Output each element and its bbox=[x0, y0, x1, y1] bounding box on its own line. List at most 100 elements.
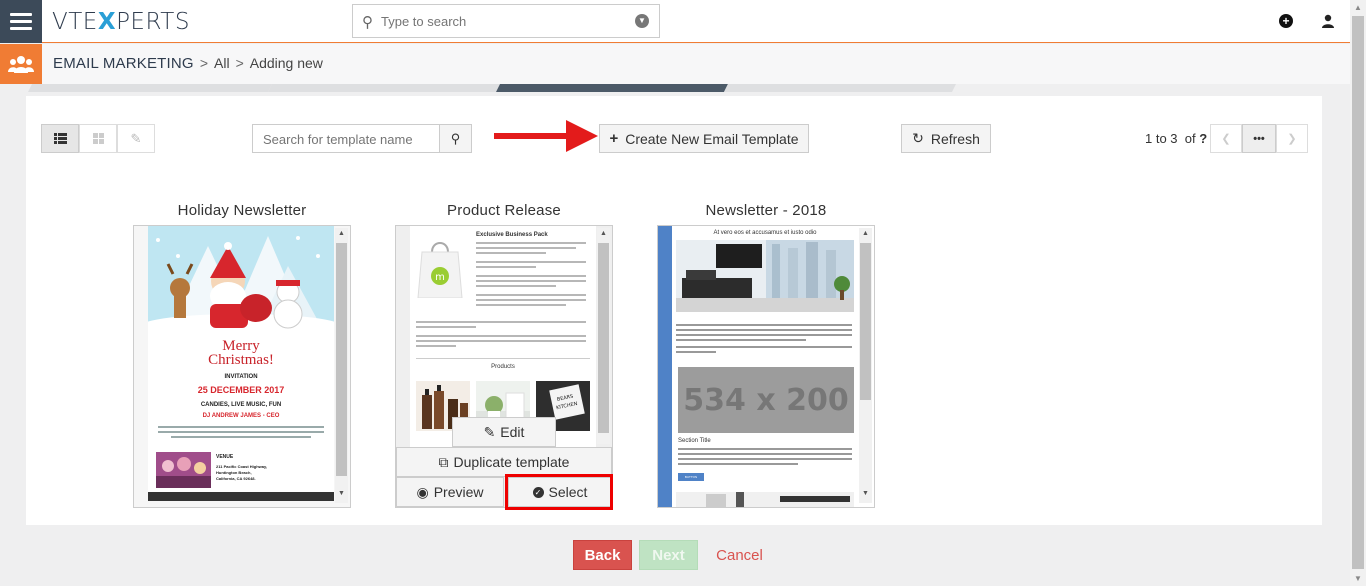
top-bar: VTEXPERTS ⚲ ▼ + bbox=[0, 0, 1350, 43]
prev-page-icon[interactable]: ❮ bbox=[1210, 124, 1242, 153]
breadcrumb-all[interactable]: All bbox=[214, 55, 230, 71]
pencil-icon[interactable]: ✎ bbox=[117, 124, 155, 153]
template-preview: At vero eos et accusamus et iusto odio 5… bbox=[658, 226, 874, 507]
pager: ❮ ••• ❯ bbox=[1210, 124, 1308, 153]
scroll-up-icon[interactable]: ▲ bbox=[598, 230, 609, 241]
scroll-thumb[interactable] bbox=[598, 243, 609, 433]
template-card-newsletter[interactable]: At vero eos et accusamus et iusto odio 5… bbox=[657, 225, 875, 508]
scroll-down-icon[interactable]: ▼ bbox=[860, 490, 871, 501]
create-template-button[interactable]: + Create New Email Template bbox=[599, 124, 809, 153]
plus-icon: + bbox=[609, 130, 619, 147]
venue-address-line: California, CA 92648. bbox=[216, 476, 256, 481]
event-subtitle: CANDIES, LIVE MUSIC, FUN bbox=[200, 402, 282, 408]
eye-icon: ◉ bbox=[416, 483, 429, 500]
newsletter-photo-strip bbox=[676, 492, 854, 507]
venue-address: 211 Pacific Coast Highway, Huntington Be… bbox=[216, 464, 267, 482]
list-view-icon[interactable] bbox=[41, 124, 79, 153]
next-page-icon[interactable]: ❯ bbox=[1276, 124, 1308, 153]
holiday-email-body: Merry Christmas! INVITATION 25 DECEMBER … bbox=[148, 226, 334, 501]
search-button[interactable]: ⚲ bbox=[439, 125, 471, 152]
pager-range: 1 to 3 bbox=[1145, 131, 1178, 146]
christmas-illustration bbox=[148, 226, 334, 330]
scroll-thumb[interactable] bbox=[336, 243, 347, 476]
user-icon[interactable] bbox=[1321, 14, 1335, 28]
breadcrumb: EMAIL MARKETING > All > Adding new bbox=[53, 55, 323, 72]
template-title: Newsletter - 2018 bbox=[705, 202, 827, 219]
event-dj: DJ ANDREW JAMES - CEO bbox=[202, 413, 280, 419]
pager-info: 1 to 3 of ? bbox=[1145, 131, 1207, 146]
scroll-up-icon[interactable]: ▲ bbox=[860, 230, 871, 241]
next-button[interactable]: Next bbox=[639, 540, 698, 570]
vtexperts-logo[interactable]: VTEXPERTS bbox=[52, 9, 190, 35]
preview-label: Preview bbox=[433, 484, 484, 500]
chevron-down-icon[interactable]: ▼ bbox=[635, 14, 649, 28]
template-title: Product Release bbox=[447, 202, 561, 219]
template-card-product[interactable]: m Exclusive Business Pack Products BEARS… bbox=[395, 225, 613, 508]
template-card-holiday[interactable]: Merry Christmas! INVITATION 25 DECEMBER … bbox=[133, 225, 351, 508]
view-toggle: ✎ bbox=[41, 124, 155, 153]
wizard-step-1 bbox=[28, 84, 272, 92]
duplicate-label: Duplicate template bbox=[453, 454, 570, 470]
search-icon: ⚲ bbox=[450, 130, 461, 146]
section-title: Section Title bbox=[678, 438, 711, 444]
scroll-up-icon[interactable]: ▲ bbox=[1353, 3, 1363, 12]
logo-text-right: PERTS bbox=[116, 9, 190, 35]
cancel-link[interactable]: Cancel bbox=[712, 540, 767, 570]
invitation-text: INVITATION bbox=[224, 374, 258, 380]
breadcrumb-module[interactable]: EMAIL MARKETING bbox=[53, 55, 194, 72]
search-icon: ⚲ bbox=[362, 14, 373, 31]
template-preview: Merry Christmas! INVITATION 25 DECEMBER … bbox=[134, 226, 350, 507]
edit-label: Edit bbox=[500, 424, 525, 440]
shopping-bag-illustration: m bbox=[416, 236, 464, 299]
refresh-button[interactable]: ↻ Refresh bbox=[901, 124, 991, 153]
users-group-icon[interactable] bbox=[0, 44, 42, 84]
email-footer-bar bbox=[148, 492, 334, 501]
pager-more-button[interactable]: ••• bbox=[1242, 124, 1276, 153]
svg-text:m: m bbox=[435, 272, 445, 283]
global-search-input[interactable] bbox=[381, 11, 621, 31]
venue-photo bbox=[156, 452, 211, 488]
product-email-body: m Exclusive Business Pack Products BEARS… bbox=[410, 226, 596, 448]
preview-button[interactable]: ◉ Preview bbox=[396, 477, 504, 507]
breadcrumb-current: Adding new bbox=[249, 55, 323, 71]
duplicate-template-button[interactable]: ⧉ Duplicate template bbox=[396, 447, 612, 477]
refresh-label: Refresh bbox=[930, 130, 980, 147]
logo-text-left: VTE bbox=[52, 9, 98, 35]
select-highlight-annotation bbox=[505, 474, 613, 510]
newsletter-button: BUTTON bbox=[678, 473, 704, 481]
interior-photo bbox=[676, 240, 854, 312]
pager-total[interactable]: ? bbox=[1199, 131, 1207, 146]
create-template-label: Create New Email Template bbox=[625, 130, 799, 147]
event-date: 25 DECEMBER 2017 bbox=[197, 385, 285, 395]
pager-of: of bbox=[1184, 131, 1196, 146]
scroll-thumb[interactable] bbox=[860, 243, 871, 400]
wizard-steps bbox=[28, 84, 1322, 92]
red-arrow-annotation bbox=[494, 120, 598, 152]
venue-label: VENUE bbox=[216, 454, 234, 460]
grid-view-icon[interactable] bbox=[79, 124, 117, 153]
newsletter-heading: At vero eos et accusamus et iusto odio bbox=[713, 230, 817, 236]
image-placeholder: 534 x 200 bbox=[678, 367, 854, 433]
newsletter-email-body: At vero eos et accusamus et iusto odio 5… bbox=[658, 226, 858, 507]
christmas-text: Christmas! bbox=[208, 352, 274, 368]
template-search-input[interactable] bbox=[263, 130, 433, 148]
template-search: ⚲ bbox=[252, 124, 472, 153]
wizard-step-2 bbox=[268, 84, 500, 92]
template-title: Holiday Newsletter bbox=[177, 202, 307, 219]
breadcrumb-separator: > bbox=[235, 55, 244, 71]
scroll-down-icon[interactable]: ▼ bbox=[336, 490, 347, 501]
window-scroll-thumb[interactable] bbox=[1352, 16, 1364, 569]
wizard-step-4 bbox=[724, 84, 956, 92]
breadcrumb-bar: EMAIL MARKETING > All > Adding new bbox=[0, 44, 1350, 84]
scroll-down-icon[interactable]: ▼ bbox=[1353, 574, 1363, 583]
window-scrollbar[interactable]: ▲ ▼ bbox=[1350, 0, 1366, 586]
add-circle-icon[interactable]: + bbox=[1279, 14, 1293, 28]
logo-text-x: X bbox=[97, 9, 117, 35]
scroll-up-icon[interactable]: ▲ bbox=[336, 230, 347, 241]
breadcrumb-separator: > bbox=[199, 55, 208, 71]
refresh-icon: ↻ bbox=[912, 130, 924, 146]
back-button[interactable]: Back bbox=[573, 540, 632, 570]
edit-button[interactable]: ✎ Edit bbox=[452, 417, 556, 447]
products-heading: Products bbox=[491, 364, 515, 370]
hamburger-menu-icon[interactable] bbox=[0, 0, 42, 43]
